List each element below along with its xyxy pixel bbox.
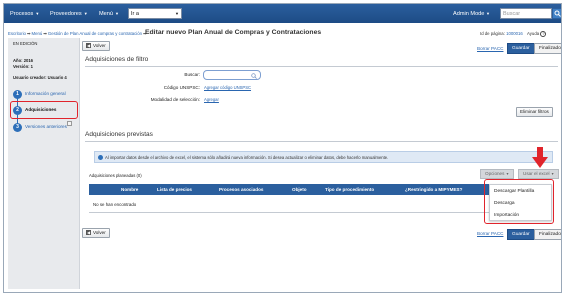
go-to-select[interactable]: Ir a ▼ <box>128 8 182 19</box>
chevron-down-icon: ▼ <box>485 11 490 16</box>
divider <box>85 141 558 142</box>
breadcrumb-separator-icon: ➡ <box>26 31 31 36</box>
chevron-down-icon: ▼ <box>550 172 555 176</box>
breadcrumb-separator-icon: ➡ <box>43 31 47 36</box>
column-header[interactable]: Lista de precios <box>157 187 192 192</box>
breadcrumb-item-gestion[interactable]: Gestión de Plan Anual de compras y contr… <box>48 31 142 36</box>
chevron-down-icon: ▼ <box>175 11 179 16</box>
nav-menu-label: Menú <box>99 11 113 17</box>
filter-section-title: Adquisiciones de filtro <box>85 56 149 63</box>
divider <box>89 212 493 213</box>
help-link[interactable]: Ayuda <box>527 31 539 36</box>
step-label: Información general <box>25 91 66 96</box>
add-modality-link[interactable]: Agregar <box>204 97 219 102</box>
arrow-left-icon: ◀ <box>86 43 91 48</box>
column-header[interactable]: ¿Restringido a MIPYMES? <box>405 187 462 192</box>
search-placeholder: Buscar <box>503 11 521 17</box>
page-info: Id de página: 1000016 Ayuda ? <box>480 31 547 37</box>
empty-table-message: No se han encontrado <box>93 202 137 207</box>
planned-section-title: Adquisiciones previstas <box>85 131 153 138</box>
left-panel: EN EDICIÓN Año: 2016 Versión: 1 Usuario … <box>8 38 80 289</box>
version-label: Versión: 1 <box>13 64 34 69</box>
options-label: Opciones <box>485 171 505 176</box>
page-title: Editar nuevo Plan Anual de Compras y Con… <box>145 29 322 36</box>
unspsc-label: Código UNSPSC: <box>163 85 200 90</box>
column-header[interactable]: Procesos asociados <box>219 187 263 192</box>
search-input[interactable]: Buscar <box>500 8 552 19</box>
use-excel-button[interactable]: Usar el excel ▼ <box>518 169 560 179</box>
filter-search-input[interactable] <box>203 70 261 80</box>
step-number: 1 <box>13 90 22 99</box>
save-button-top[interactable]: Guardar <box>507 43 535 54</box>
step-informacion-general[interactable]: 1 Información general <box>13 89 77 101</box>
top-nav-bar: Procesos ▼ Proveedores ▼ Menú ▼ Ir a ▼ Admin… <box>4 4 561 23</box>
use-excel-label: Usar el excel <box>523 171 550 176</box>
admin-mode-menu[interactable]: Admin Mode ▼ <box>453 4 490 23</box>
year-label: Año: 2016 <box>13 58 34 63</box>
column-header[interactable]: Nombre <box>121 187 138 192</box>
highlight-adquisiciones <box>10 101 78 119</box>
go-to-select-value: Ir a <box>131 11 139 17</box>
creator-label: Usuario creador: Usuario 4 <box>13 75 67 80</box>
arrow-left-icon: ◀ <box>86 230 91 235</box>
step-label: Versiones anteriores <box>25 124 67 129</box>
back-label: Volver <box>93 43 106 48</box>
back-label: Volver <box>93 230 106 235</box>
back-button-top[interactable]: ◀ Volver <box>82 41 110 51</box>
nav-proveedores[interactable]: Proveedores ▼ <box>50 4 88 23</box>
import-info-banner: Al importar datos desde el archivo de ex… <box>94 151 553 163</box>
column-header[interactable]: Tipo de procedimiento <box>325 187 374 192</box>
search-icon <box>554 10 561 17</box>
import-info-text: Al importar datos desde el archivo de ex… <box>105 155 389 160</box>
search-button[interactable] <box>552 8 561 19</box>
finalize-button-top[interactable]: Finalizado <box>534 43 561 54</box>
breadcrumb: Escritorio➡Menú➡Gestión de Plan Anual de… <box>8 31 148 37</box>
help-icon[interactable]: ? <box>540 31 547 37</box>
nav-proveedores-label: Proveedores <box>50 11 82 17</box>
clear-filters-button[interactable]: Eliminar filtros <box>516 107 553 117</box>
back-button-bottom[interactable]: ◀ Volver <box>82 228 110 238</box>
status-label: EN EDICIÓN <box>13 41 38 46</box>
divider <box>85 66 558 67</box>
admin-mode-label: Admin Mode <box>453 11 485 17</box>
nav-procesos-label: Procesos <box>10 11 34 17</box>
planned-count-label: Adquisiciones planeadas (0) <box>89 173 142 178</box>
modality-label: Modalidad de selección: <box>150 97 200 102</box>
chevron-down-icon: ▼ <box>35 11 40 16</box>
red-arrow-down-icon <box>532 147 548 168</box>
add-unspsc-link[interactable]: Agregar código UNSPSC <box>204 85 251 90</box>
nav-menu[interactable]: Menú ▼ <box>99 4 119 23</box>
step-number: 3 <box>13 123 22 132</box>
column-header[interactable]: Objeto <box>292 187 307 192</box>
table-header: Nombre Lista de precios Procesos asociad… <box>89 184 493 195</box>
breadcrumb-item-menu[interactable]: Menú <box>32 31 43 36</box>
save-button-bottom[interactable]: Guardar <box>507 229 535 240</box>
highlight-excel-menu <box>484 179 554 224</box>
page-id-label: Id de página: <box>480 31 505 37</box>
delete-pacc-link-bottom[interactable]: Borrar PACC <box>477 231 503 236</box>
info-icon <box>98 155 103 160</box>
search-icon <box>251 72 257 79</box>
app-window: Procesos ▼ Proveedores ▼ Menú ▼ Ir a ▼ Admin… <box>3 3 562 293</box>
chevron-down-icon: ▼ <box>83 11 88 16</box>
nav-procesos[interactable]: Procesos ▼ <box>10 4 39 23</box>
collapse-panel-icon[interactable] <box>67 121 72 126</box>
delete-pacc-link-top[interactable]: Borrar PACC <box>477 46 503 51</box>
options-button[interactable]: Opciones ▼ <box>480 169 515 179</box>
breadcrumb-item-escritorio[interactable]: Escritorio <box>8 31 26 36</box>
search-field-label: Buscar: <box>184 72 200 77</box>
chevron-down-icon: ▼ <box>115 11 119 16</box>
page-id-value: 1000016 <box>506 31 523 37</box>
chevron-down-icon: ▼ <box>505 172 510 176</box>
finalize-button-bottom[interactable]: Finalizado <box>534 229 561 240</box>
